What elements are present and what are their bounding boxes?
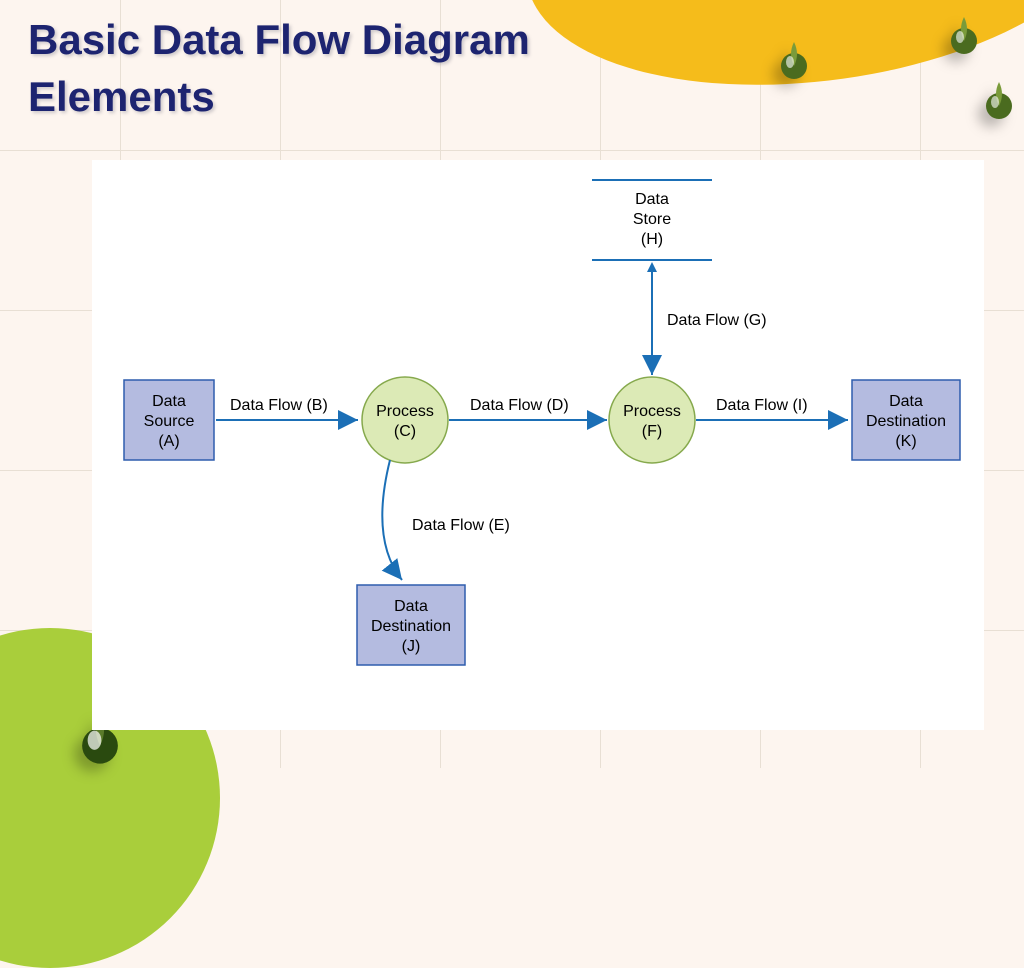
svg-text:(K): (K): [895, 433, 916, 450]
data-flow-b: Data Flow (B): [216, 397, 358, 420]
droplet-icon: [985, 80, 1013, 120]
svg-text:(J): (J): [402, 638, 421, 655]
svg-text:Destination: Destination: [371, 618, 451, 635]
svg-text:Data: Data: [394, 598, 428, 615]
droplet-icon: [950, 15, 978, 55]
svg-text:Process: Process: [623, 403, 681, 420]
svg-text:Data Flow (I): Data Flow (I): [716, 397, 808, 414]
svg-text:Data Flow (D): Data Flow (D): [470, 397, 569, 414]
title-line-1: Basic Data Flow Diagram: [28, 12, 530, 69]
data-flow-e: Data Flow (E): [382, 460, 509, 580]
slide-title: Basic Data Flow Diagram Elements: [28, 12, 530, 125]
svg-text:Destination: Destination: [866, 413, 946, 430]
svg-text:Process: Process: [376, 403, 434, 420]
data-flow-g: Data Flow (G): [647, 262, 767, 375]
data-flow-i: Data Flow (I): [696, 397, 848, 420]
svg-text:Data Flow (B): Data Flow (B): [230, 397, 328, 414]
svg-text:Store: Store: [633, 211, 671, 228]
svg-text:(A): (A): [158, 433, 179, 450]
title-line-2: Elements: [28, 69, 530, 126]
process-f: Process (F): [609, 377, 695, 463]
droplet-icon: [780, 40, 808, 80]
data-destination-k: Data Destination (K): [852, 380, 960, 460]
svg-text:Data: Data: [889, 393, 923, 410]
svg-text:Source: Source: [144, 413, 195, 430]
diagram-canvas: Data Store (H) Data Flow (G) Data Source…: [92, 160, 984, 730]
svg-text:Data Flow (G): Data Flow (G): [667, 312, 767, 329]
svg-text:Data Flow (E): Data Flow (E): [412, 517, 510, 534]
data-store-h: Data Store (H): [592, 180, 712, 260]
svg-text:(H): (H): [641, 231, 663, 248]
process-c: Process (C): [362, 377, 448, 463]
svg-text:Data: Data: [635, 191, 669, 208]
data-flow-d: Data Flow (D): [449, 397, 607, 420]
svg-text:(C): (C): [394, 423, 416, 440]
svg-text:Data: Data: [152, 393, 186, 410]
data-source-a: Data Source (A): [124, 380, 214, 460]
data-destination-j: Data Destination (J): [357, 585, 465, 665]
svg-text:(F): (F): [642, 423, 662, 440]
